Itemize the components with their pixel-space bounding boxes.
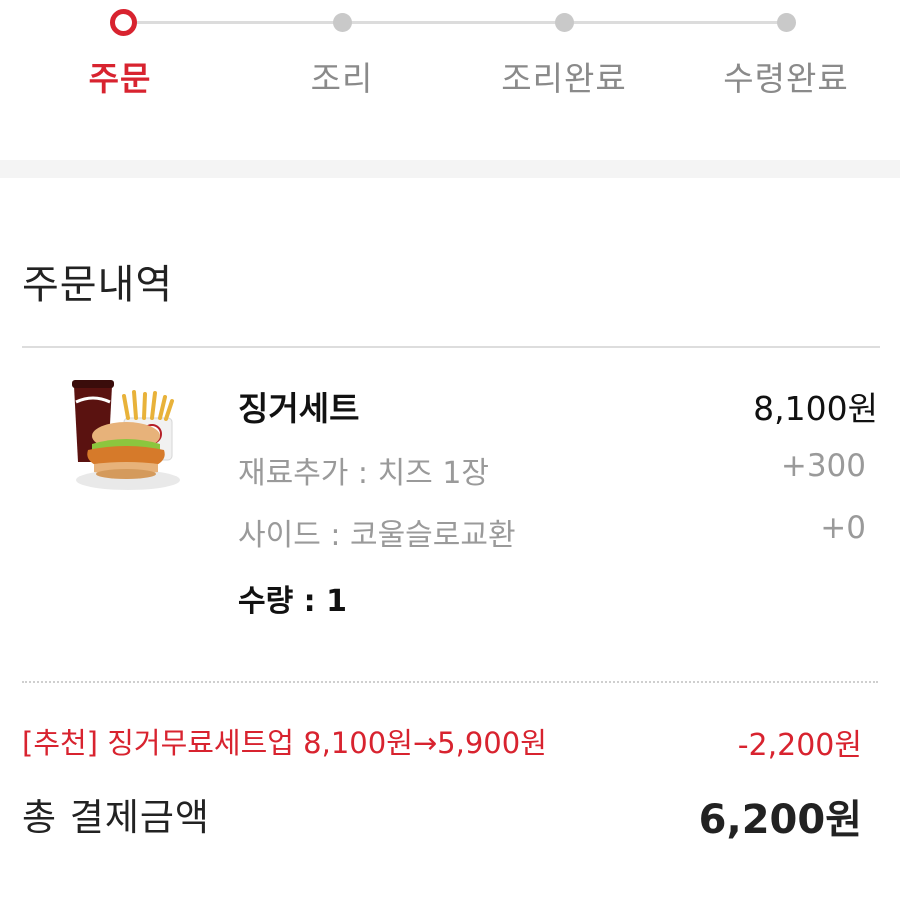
combo-meal-image [66, 372, 196, 502]
step-dot-order [110, 9, 137, 36]
step-dot-cooking-done [555, 13, 574, 32]
dotted-divider [22, 681, 878, 683]
order-progress-stepper: 주문 조리 조리완료 수령완료 [0, 0, 900, 160]
option-label-side: 사이드 : 코울슬로교환 [238, 518, 516, 553]
promo-discount: -2,200원 [737, 728, 862, 763]
order-details-title: 주문내역 [22, 262, 174, 308]
option-label-extra: 재료추가 : 치즈 1장 [238, 456, 490, 491]
promo-recommendation: [추천] 징거무료세트업 8,100원→5,900원 [22, 726, 547, 760]
step-label-cooking: 조리 [310, 59, 374, 98]
total-label: 총 결제금액 [22, 796, 210, 839]
item-quantity: 수량 : 1 [238, 584, 347, 619]
item-price: 8,100원 [753, 389, 878, 428]
step-label-cooking-done: 조리완료 [501, 59, 627, 98]
progress-track [120, 21, 786, 24]
option-price-side: +0 [820, 510, 866, 546]
item-name: 징거세트 [238, 389, 360, 428]
option-price-extra: +300 [780, 448, 866, 484]
section-separator [0, 160, 900, 178]
step-dot-pickup-done [777, 13, 796, 32]
step-label-order: 주문 [88, 59, 152, 98]
step-dot-cooking [333, 13, 352, 32]
step-label-pickup-done: 수령완료 [723, 59, 849, 98]
total-value: 6,200원 [698, 797, 862, 843]
title-divider [22, 346, 880, 348]
